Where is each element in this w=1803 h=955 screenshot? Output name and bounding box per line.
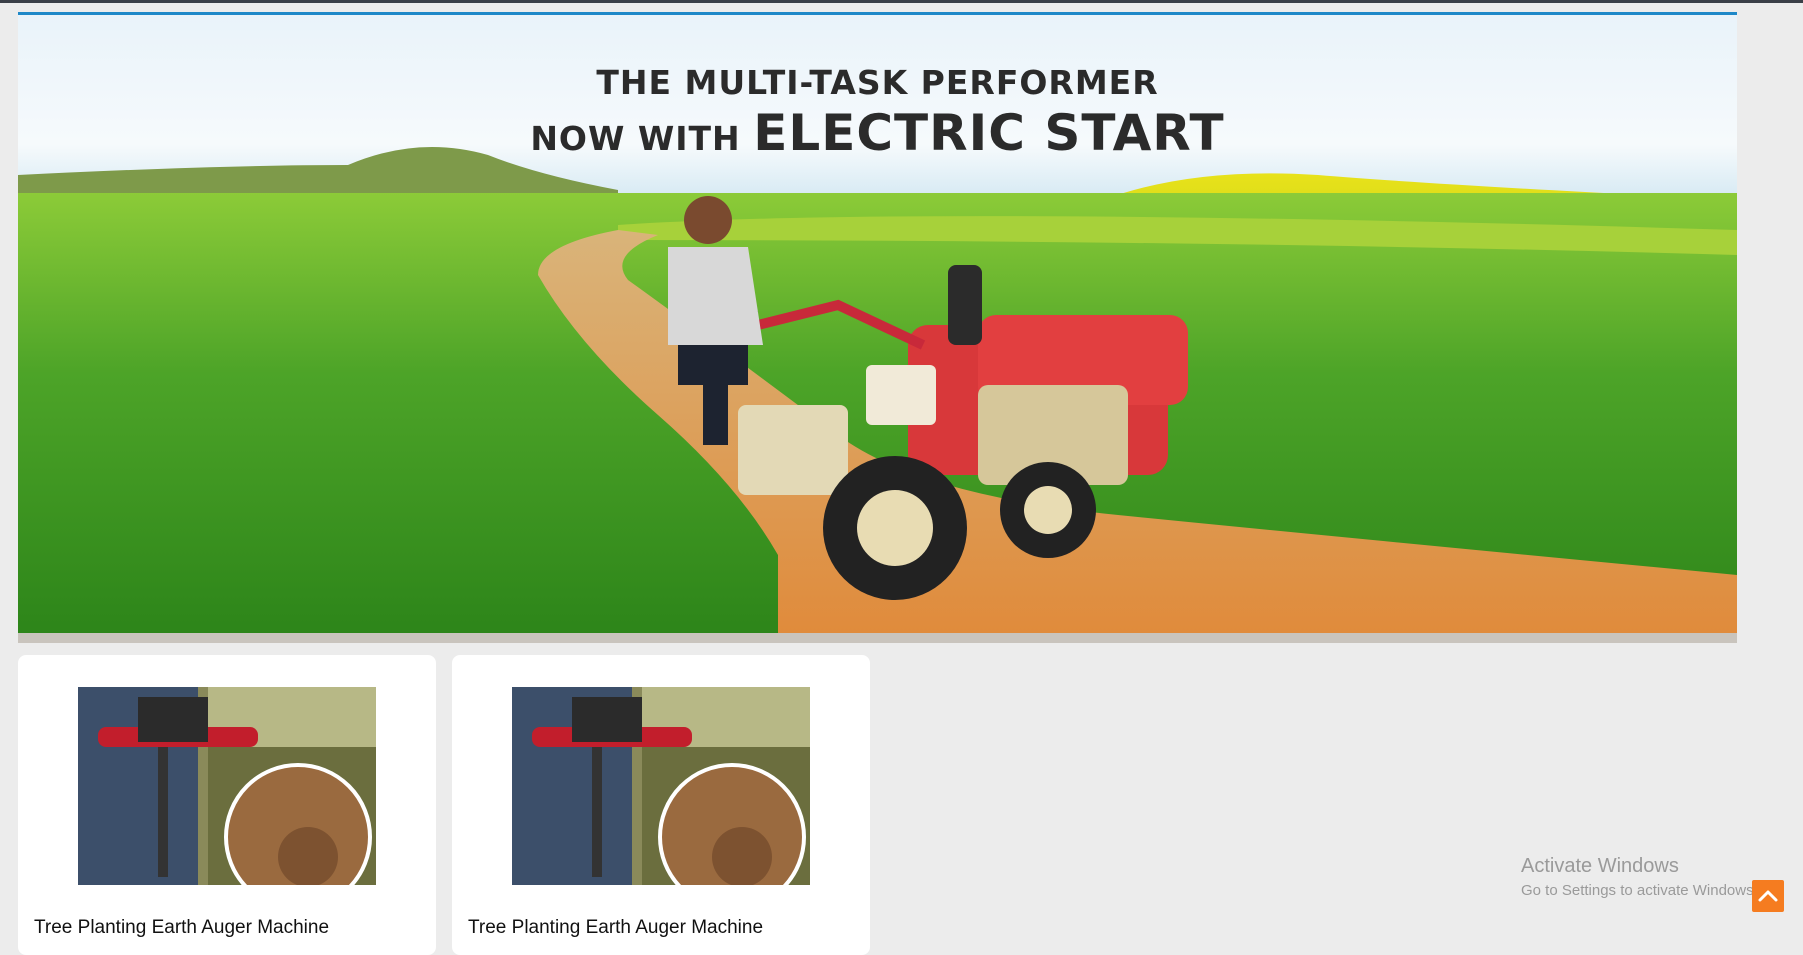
hero-banner[interactable]: THE MULTI-TASK PERFORMER NOW WITH ELECTR…	[18, 12, 1737, 643]
product-card[interactable]: Tree Planting Earth Auger Machine	[18, 655, 436, 955]
banner-headline: THE MULTI-TASK PERFORMER NOW WITH ELECTR…	[18, 63, 1737, 163]
product-card[interactable]: Tree Planting Earth Auger Machine	[452, 655, 870, 955]
auger-photo	[78, 687, 376, 885]
banner-headline-line1: THE MULTI-TASK PERFORMER	[596, 63, 1159, 102]
product-image[interactable]	[78, 687, 376, 885]
scroll-to-top-button[interactable]	[1752, 880, 1784, 912]
product-image[interactable]	[512, 687, 810, 885]
browser-top-edge	[0, 0, 1803, 3]
banner-headline-line2: NOW WITH ELECTRIC START	[18, 103, 1737, 163]
watermark-title: Activate Windows	[1521, 855, 1679, 877]
auger-photo	[512, 687, 810, 885]
banner-headline-emphasis: ELECTRIC START	[753, 103, 1225, 162]
windows-activation-watermark: Activate Windows Go to Settings to activ…	[1521, 855, 1758, 899]
watermark-subtitle: Go to Settings to activate Windows.	[1521, 882, 1758, 899]
chevron-up-icon	[1758, 890, 1778, 902]
banner-headline-prefix: NOW WITH	[530, 118, 741, 158]
